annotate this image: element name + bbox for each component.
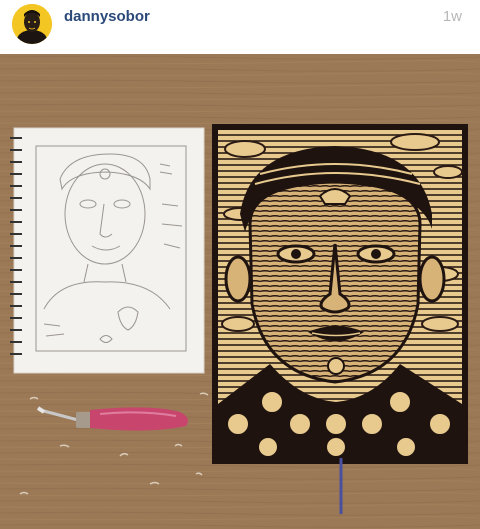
avatar-portrait-icon [12,4,52,44]
post-photo[interactable] [0,54,480,529]
username-link[interactable]: dannysobor [64,8,150,25]
sketchbook [10,127,205,374]
linocut-print [212,124,468,514]
post-header: dannysobor 1w [0,0,480,54]
avatar[interactable] [12,4,52,44]
post-timestamp[interactable]: 1w [443,8,462,25]
post-image [0,54,480,529]
